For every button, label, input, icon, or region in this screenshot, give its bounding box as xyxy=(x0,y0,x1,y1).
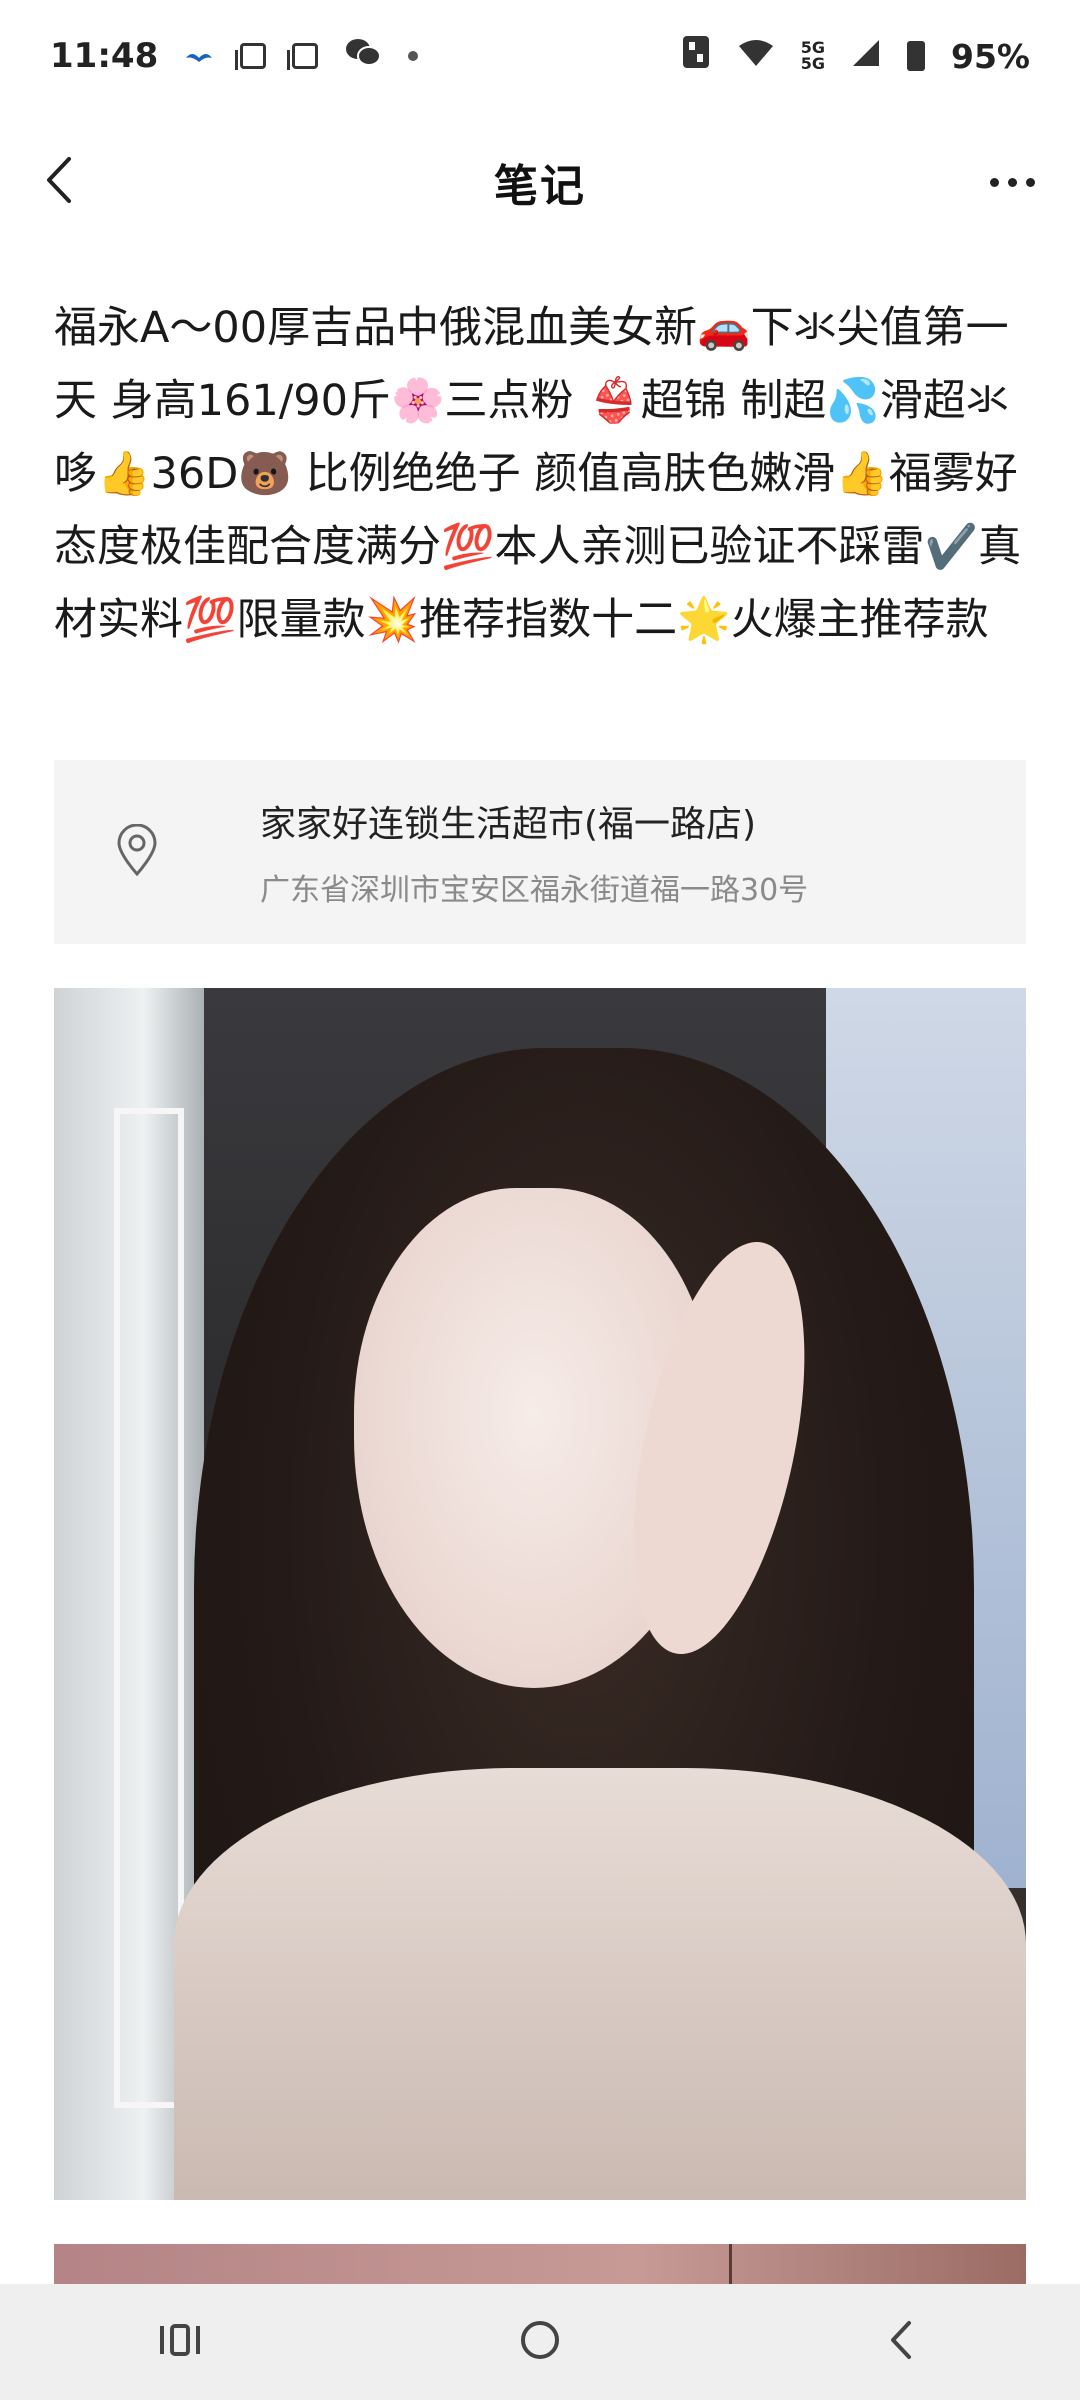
post-photo-next[interactable] xyxy=(54,2244,1026,2284)
location-pin-icon xyxy=(116,823,216,880)
nfc-icon xyxy=(681,34,711,78)
bird-app-icon xyxy=(184,37,214,76)
location-name: 家家好连锁生活超市(福一路店) xyxy=(260,804,757,845)
more-horizontal-icon xyxy=(989,177,999,187)
location-address: 广东省深圳市宝安区福永街道福一路30号 xyxy=(260,873,809,908)
chevron-left-icon xyxy=(43,155,73,209)
post-text: 福永A～00厚吉品中俄混血美女新🚗下氺尖值第一天 身高161/90斤🌸三点粉 👙… xyxy=(54,303,1022,645)
recents-button[interactable] xyxy=(120,2302,240,2382)
wechat-icon xyxy=(344,36,382,76)
header: 笔记 xyxy=(0,112,1080,252)
page-title: 笔记 xyxy=(494,161,586,212)
notification-dot-icon xyxy=(408,51,419,61)
home-circle-icon xyxy=(519,2319,561,2365)
back-arrow-icon xyxy=(885,2319,915,2365)
wifi-icon xyxy=(737,37,775,76)
back-button[interactable] xyxy=(28,152,88,212)
nav-back-button[interactable] xyxy=(840,2302,960,2382)
location-card[interactable]: 家家好连锁生活超市(福一路店) 广东省深圳市宝安区福永街道福一路30号 xyxy=(54,760,1026,944)
recents-icon xyxy=(158,2322,202,2362)
signal-5g-icon: 5G 5G xyxy=(800,38,825,73)
signal-bars-icon xyxy=(851,37,881,76)
more-options-button[interactable] xyxy=(972,152,1052,212)
copy-app-icon xyxy=(235,43,267,70)
battery-percent: 95% xyxy=(951,36,1030,76)
system-nav-bar xyxy=(0,2284,1080,2400)
post-photo[interactable] xyxy=(54,988,1026,2200)
battery-icon xyxy=(907,41,925,71)
copy-app-icon-2 xyxy=(287,43,319,70)
home-button[interactable] xyxy=(480,2302,600,2382)
status-time: 11:48 xyxy=(50,36,159,76)
status-bar: 11:48 5G 5G 95% xyxy=(0,0,1080,112)
